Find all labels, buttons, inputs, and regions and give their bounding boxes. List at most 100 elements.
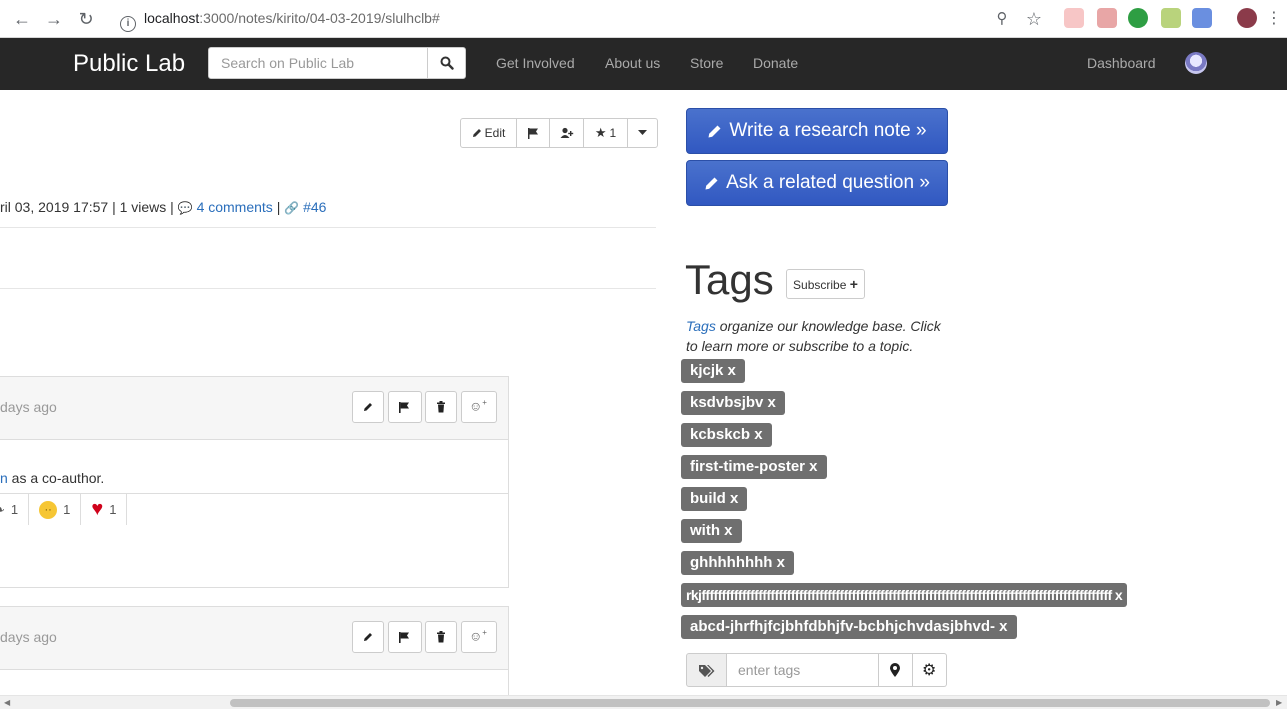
add-reaction-button[interactable]: ☺+	[461, 391, 497, 423]
thumbs-up-icon: ❧	[0, 502, 5, 518]
delete-comment-button[interactable]	[425, 391, 457, 423]
edit-button[interactable]: Edit	[460, 118, 517, 148]
reaction-thumbs-up[interactable]: ❧ 1	[0, 494, 30, 525]
flag-icon	[528, 128, 538, 139]
tags-help-link[interactable]: Tags	[686, 318, 716, 334]
nav-dashboard[interactable]: Dashboard	[1087, 55, 1156, 71]
url-host: localhost	[144, 10, 200, 26]
edit-comment-button[interactable]	[352, 621, 384, 653]
smiley-plus-icon: ☺+	[469, 628, 487, 644]
subscribe-button[interactable]: Subscribe +	[786, 269, 865, 299]
tag-badge[interactable]: with x	[681, 519, 742, 543]
extension-icon-4[interactable]	[1161, 8, 1181, 28]
heart-icon: ♥	[91, 498, 104, 520]
horizontal-scrollbar[interactable]: ◀ ▶	[0, 695, 1287, 709]
more-dropdown-button[interactable]	[627, 118, 658, 148]
ask-question-label: Ask a related question »	[726, 172, 930, 193]
star-bookmark-icon[interactable]: ☆	[1022, 7, 1046, 31]
comment-author-link[interactable]: n	[0, 470, 8, 486]
tags-icon	[686, 653, 727, 687]
plus-icon: +	[849, 276, 858, 292]
tag-badge[interactable]: ksdvbsjbv x	[681, 391, 785, 415]
trash-icon	[437, 401, 445, 413]
extension-icon-3[interactable]	[1128, 8, 1148, 28]
trash-icon	[437, 631, 445, 643]
comment-card: days ago ☺+	[0, 606, 509, 706]
tag-settings-button[interactable]: ⚙	[913, 653, 947, 687]
ask-question-button[interactable]: Ask a related question »	[686, 160, 948, 206]
tag-badge[interactable]: ghhhhhhhh x	[681, 551, 794, 575]
site-navbar: Public Lab Search on Public Lab Get Invo…	[0, 38, 1287, 90]
extension-icon-1[interactable]	[1064, 8, 1084, 28]
address-bar[interactable]: i localhost:3000/notes/kirito/04-03-2019/…	[110, 4, 1070, 32]
scrollbar-thumb[interactable]	[230, 699, 1270, 707]
comment-card: days ago ☺+ n as a co-author. ❧ 1 ·· 1 ♥…	[0, 376, 509, 588]
comment-icon: 💬	[177, 201, 193, 215]
reference-link[interactable]: #46	[303, 199, 326, 215]
add-coauthor-button[interactable]	[549, 118, 584, 148]
search-input[interactable]: Search on Public Lab	[208, 47, 428, 79]
tag-badge[interactable]: abcd-jhrfhjfcjbhfdbhjfv-bcbhjchvdasjbhvd…	[681, 615, 1017, 639]
tag-input-group: enter tags ⚙	[686, 653, 947, 687]
comment-text: n as a co-author.	[0, 470, 104, 486]
flag-comment-button[interactable]	[388, 391, 422, 423]
search-button[interactable]	[427, 47, 466, 79]
scroll-right-icon[interactable]: ▶	[1276, 698, 1282, 707]
tag-input[interactable]: enter tags	[727, 653, 879, 687]
menu-dots-icon[interactable]: ⋮	[1262, 7, 1286, 31]
reaction-count: 1	[109, 502, 117, 517]
url-path: :3000/notes/kirito/04-03-2019/slulhclb#	[199, 10, 440, 26]
translate-extension-icon[interactable]	[1192, 8, 1212, 28]
reaction-count: 1	[63, 502, 71, 517]
confused-face-icon: ··	[39, 500, 58, 519]
comment-timestamp: days ago	[0, 629, 57, 645]
tag-badge[interactable]: rkjfffffffffffffffffffffffffffffffffffff…	[681, 583, 1128, 607]
extension-icon-2[interactable]	[1097, 8, 1117, 28]
edit-comment-button[interactable]	[352, 391, 384, 423]
tag-badge[interactable]: kcbskcb x	[681, 423, 772, 447]
comments-link[interactable]: 4 comments	[197, 199, 273, 215]
reload-icon[interactable]: ↻	[74, 7, 98, 31]
site-brand[interactable]: Public Lab	[73, 50, 185, 78]
back-icon[interactable]: ←	[10, 7, 34, 31]
profile-avatar-icon[interactable]	[1237, 8, 1257, 28]
subscribe-label: Subscribe	[793, 278, 847, 292]
tag-badge[interactable]: kjcjk x	[681, 359, 745, 383]
nav-store[interactable]: Store	[690, 55, 723, 71]
info-icon[interactable]: i	[120, 16, 136, 32]
reaction-heart[interactable]: ♥ 1	[81, 494, 128, 525]
pencil-icon	[708, 125, 721, 138]
reaction-confused[interactable]: ·· 1	[29, 494, 82, 525]
star-count: 1	[609, 126, 617, 140]
browser-toolbar: ← → ↻ i localhost:3000/notes/kirito/04-03…	[0, 0, 1287, 38]
flag-button[interactable]	[516, 118, 550, 148]
divider	[0, 227, 656, 228]
tag-badge[interactable]: first-time-poster x	[681, 455, 827, 479]
smiley-plus-icon: ☺+	[469, 398, 487, 414]
link-icon: 🔗	[284, 201, 300, 215]
nav-get-involved[interactable]: Get Involved	[496, 55, 575, 71]
reaction-count: 1	[10, 502, 19, 517]
nav-about-us[interactable]: About us	[605, 55, 660, 71]
divider	[0, 288, 656, 289]
tags-description-text: organize our knowledge base. Click to le…	[686, 318, 941, 354]
scroll-left-icon[interactable]: ◀	[4, 698, 10, 707]
add-reaction-button[interactable]: ☺+	[461, 621, 497, 653]
user-avatar[interactable]	[1185, 52, 1207, 74]
nav-donate[interactable]: Donate	[753, 55, 798, 71]
edit-label: Edit	[484, 126, 506, 140]
star-button[interactable]: ★ 1	[583, 118, 628, 148]
write-research-note-button[interactable]: Write a research note »	[686, 108, 948, 154]
pencil-icon	[364, 403, 372, 411]
key-icon[interactable]: ⚲	[990, 7, 1014, 31]
flag-icon	[399, 632, 409, 643]
gear-icon: ⚙	[922, 662, 937, 679]
delete-comment-button[interactable]	[425, 621, 457, 653]
tag-badge[interactable]: build x	[681, 487, 748, 511]
pencil-icon	[705, 177, 718, 190]
flag-comment-button[interactable]	[388, 621, 422, 653]
location-button[interactable]	[879, 653, 913, 687]
map-marker-icon	[890, 663, 900, 677]
comment-header: days ago ☺+	[0, 377, 508, 440]
forward-icon[interactable]: →	[42, 7, 66, 31]
